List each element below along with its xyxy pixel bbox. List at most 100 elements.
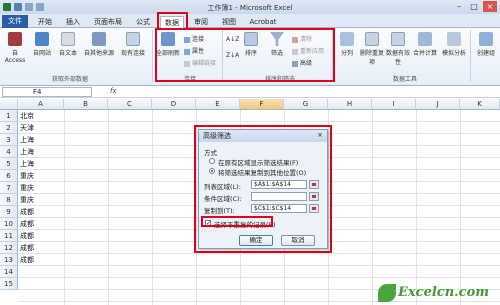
grid-line: [416, 110, 417, 305]
select-all-corner[interactable]: [0, 99, 18, 110]
formula-bar: F4 fx: [0, 86, 500, 98]
cell-a4[interactable]: 上海: [20, 146, 60, 158]
row-header[interactable]: 4: [0, 146, 18, 158]
group-separator: [470, 30, 471, 82]
unique-records-highlight: [201, 216, 273, 227]
maximize-button[interactable]: □: [467, 1, 481, 12]
row-header[interactable]: 9: [0, 206, 18, 218]
row-header[interactable]: 12: [0, 242, 18, 254]
ribbon-tabs: 文件 开始 插入 页面布局 公式 数据 审阅 视图 Acrobat: [0, 14, 500, 28]
leaf-logo-icon: [378, 284, 396, 302]
from-text-button[interactable]: 自文本: [56, 32, 80, 57]
external-data-group-label: 获取外部数据: [51, 76, 88, 83]
text-to-columns-label: 分列: [340, 50, 353, 57]
row-header[interactable]: 5: [0, 158, 18, 170]
grid-line: [108, 110, 109, 305]
data-validation-label: 数据有效性: [386, 50, 411, 66]
cell-a11[interactable]: 成都: [20, 230, 60, 242]
cell-a10[interactable]: 成都: [20, 218, 60, 230]
row-header[interactable]: 6: [0, 170, 18, 182]
consolidate-label: 合并计算: [412, 50, 437, 57]
remove-duplicates-icon: [365, 32, 379, 46]
grid-line: [372, 110, 373, 305]
column-header-a[interactable]: A: [18, 99, 64, 110]
row-header[interactable]: 11: [0, 230, 18, 242]
cell-a9[interactable]: 成都: [20, 206, 60, 218]
column-header-d[interactable]: D: [152, 99, 196, 110]
column-header-c[interactable]: C: [108, 99, 152, 110]
row-header[interactable]: 2: [0, 122, 18, 134]
group-button[interactable]: 创建组: [474, 32, 498, 57]
group-separator: [152, 30, 153, 82]
from-access-button[interactable]: 自 Access: [2, 32, 28, 64]
from-web-label: 自网站: [32, 50, 51, 57]
tab-file[interactable]: 文件: [2, 15, 28, 28]
connections-icon: [126, 32, 140, 46]
tab-page-layout[interactable]: 页面布局: [90, 16, 126, 28]
cell-a8[interactable]: 重庆: [20, 194, 60, 206]
from-other-sources-button[interactable]: 自其他来源: [82, 32, 116, 57]
what-if-icon: [447, 32, 461, 46]
data-validation-button[interactable]: 数据有效性: [386, 32, 410, 66]
text-to-columns-icon: [340, 32, 354, 46]
window-title: 工作簿1 - Microsoft Excel: [207, 4, 293, 12]
cell-a6[interactable]: 重庆: [20, 170, 60, 182]
from-access-label: 自 Access: [4, 50, 26, 64]
other-sources-icon: [92, 32, 106, 46]
consolidate-button[interactable]: 合并计算: [412, 32, 438, 57]
cell-a7[interactable]: 重庆: [20, 182, 60, 194]
cell-a5[interactable]: 上海: [20, 158, 60, 170]
minimize-button[interactable]: –: [452, 1, 466, 12]
close-button[interactable]: ×: [483, 1, 497, 12]
group-label: 创建组: [476, 50, 495, 57]
excelcn-logo: Excelcn.com: [378, 282, 500, 305]
from-text-label: 自文本: [58, 50, 77, 57]
from-other-sources-label: 自其他来源: [83, 50, 114, 57]
remove-duplicates-label: 删除重复项: [360, 50, 385, 66]
row-header[interactable]: 10: [0, 218, 18, 230]
group-icon: [479, 32, 493, 46]
column-header-g[interactable]: G: [284, 99, 328, 110]
column-header-k[interactable]: K: [460, 99, 500, 110]
column-header-e[interactable]: E: [196, 99, 240, 110]
from-web-button[interactable]: 自网站: [30, 32, 54, 57]
row-header[interactable]: 8: [0, 194, 18, 206]
grid-line: [64, 110, 65, 305]
data-tools-group-label: 数据工具: [392, 76, 417, 83]
fx-icon[interactable]: fx: [110, 87, 117, 95]
tab-insert[interactable]: 插入: [62, 16, 84, 28]
grid-line: [152, 110, 153, 305]
cell-a1[interactable]: 北京: [20, 110, 60, 122]
grid-line: [460, 110, 461, 305]
remove-duplicates-button[interactable]: 删除重复项: [360, 32, 384, 66]
row-header[interactable]: 14: [0, 266, 18, 278]
cell-a12[interactable]: 成都: [20, 242, 60, 254]
row-header[interactable]: 15: [0, 278, 18, 290]
what-if-analysis-label: 模拟分析: [441, 50, 466, 57]
tab-formulas[interactable]: 公式: [132, 16, 154, 28]
row-header[interactable]: 1: [0, 110, 18, 122]
logo-text: Excelcn.com: [398, 285, 490, 300]
tab-review[interactable]: 审阅: [190, 16, 212, 28]
row-header[interactable]: 7: [0, 182, 18, 194]
tab-view[interactable]: 视图: [218, 16, 240, 28]
column-header-i[interactable]: I: [372, 99, 416, 110]
existing-connections-label: 现有连接: [120, 50, 145, 57]
web-icon: [35, 32, 49, 46]
what-if-analysis-button[interactable]: 模拟分析: [440, 32, 468, 57]
tab-acrobat[interactable]: Acrobat: [246, 16, 280, 28]
cell-a2[interactable]: 天津: [20, 122, 60, 134]
column-header-b[interactable]: B: [64, 99, 108, 110]
tab-home[interactable]: 开始: [34, 16, 56, 28]
column-header-f[interactable]: F: [240, 99, 284, 110]
cell-a3[interactable]: 上海: [20, 134, 60, 146]
column-header-h[interactable]: H: [328, 99, 372, 110]
column-header-j[interactable]: J: [416, 99, 460, 110]
row-header[interactable]: 3: [0, 134, 18, 146]
text-to-columns-button[interactable]: 分列: [336, 32, 358, 57]
name-box[interactable]: F4: [2, 87, 92, 97]
cell-a13[interactable]: 成都: [20, 254, 60, 266]
existing-connections-button[interactable]: 现有连接: [118, 32, 148, 57]
dialog-highlight: [194, 125, 332, 253]
row-header[interactable]: 13: [0, 254, 18, 266]
